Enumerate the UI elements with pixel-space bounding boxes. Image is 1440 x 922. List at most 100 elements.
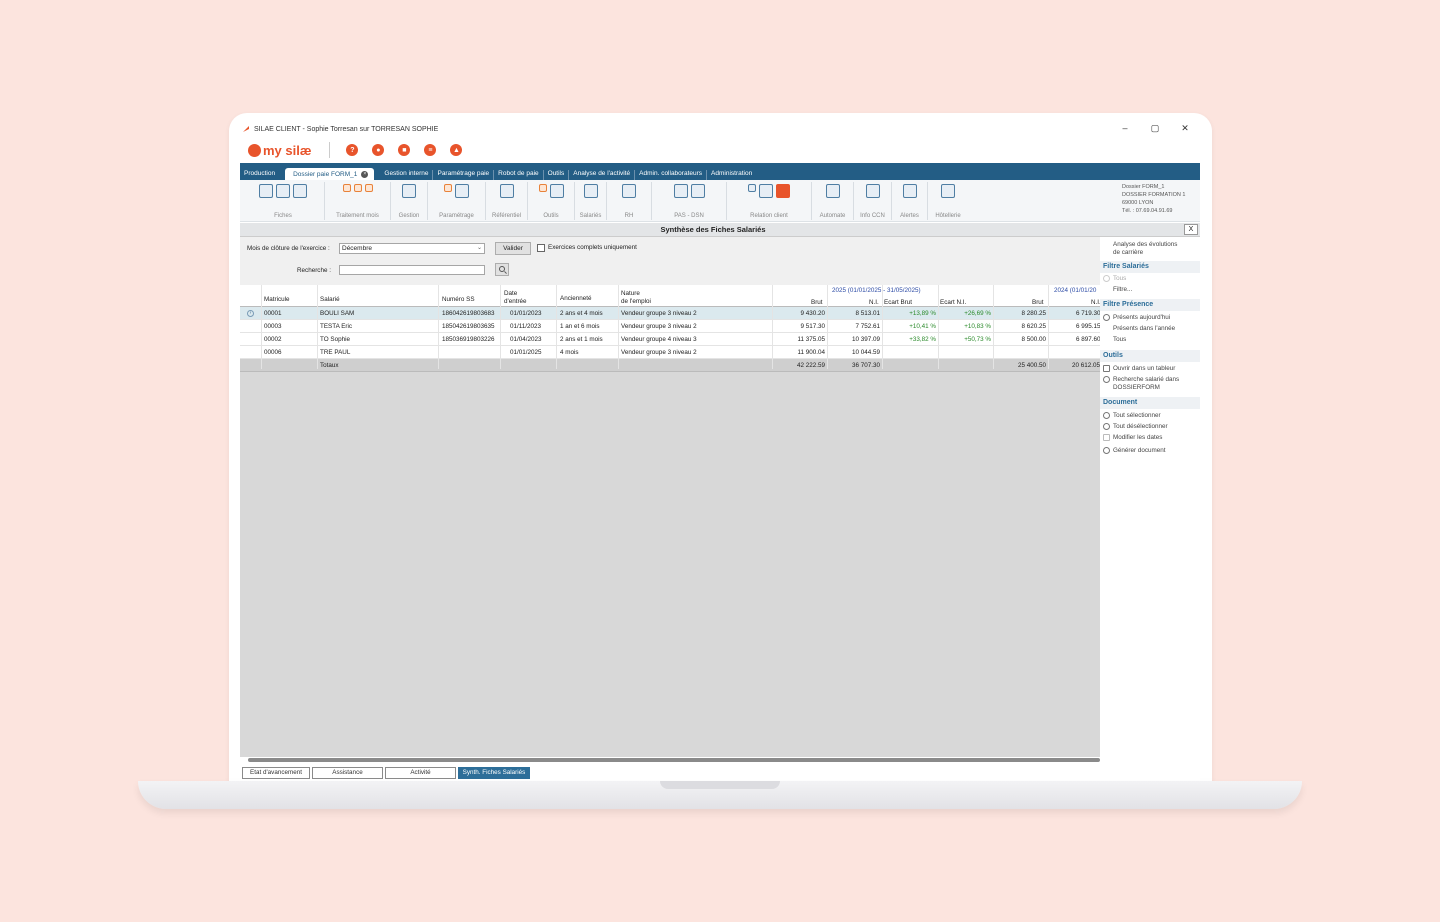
mysilae-client-icon[interactable] xyxy=(776,184,790,198)
ribbon-group-relation-client[interactable]: Relation client xyxy=(727,182,812,220)
menu-production[interactable]: Production xyxy=(240,170,279,180)
horizontal-scrollbar[interactable] xyxy=(248,758,1100,762)
table-row[interactable]: › 00001 BOULI SAM 186042619803683 01/01/… xyxy=(240,307,1101,320)
ribbon-group-info-ccn[interactable]: Info CCN xyxy=(854,182,892,220)
month-select[interactable]: Décembre ⌄ xyxy=(339,243,485,254)
presence-all-option[interactable]: Tous xyxy=(1113,336,1126,344)
ribbon-group-automate[interactable]: Automate xyxy=(812,182,854,220)
ribbon-group-fiches[interactable]: Fiches xyxy=(242,182,325,220)
bulletin-icon[interactable] xyxy=(364,184,373,192)
select-all-link[interactable]: Tout sélectionner xyxy=(1113,412,1161,420)
document-title: Synthèse des Fiches Salariés xyxy=(660,225,766,234)
users-icon[interactable] xyxy=(583,184,598,198)
search-button[interactable] xyxy=(495,263,509,276)
fiche-salarie-icon[interactable] xyxy=(293,184,307,198)
gestion-icon[interactable] xyxy=(402,184,416,198)
ribbon-group-rh[interactable]: RH xyxy=(607,182,652,220)
table-row[interactable]: 00003 TESTA Eric 185042619803635 01/11/2… xyxy=(240,320,1101,333)
generate-document-link[interactable]: Générer document xyxy=(1113,447,1166,455)
search-employee-link[interactable]: Recherche salarié dans DOSSIERFORM xyxy=(1113,376,1179,392)
close-tab-icon[interactable]: × xyxy=(361,171,369,178)
folder-icon[interactable] xyxy=(444,184,452,192)
filtre-tous-item[interactable]: Tous xyxy=(1113,275,1126,283)
cup-icon[interactable] xyxy=(941,184,955,198)
menu-parametrage-paie[interactable]: Paramétrage paie xyxy=(433,170,495,180)
tools-icon[interactable] xyxy=(549,184,564,198)
handshake-icon[interactable] xyxy=(759,184,773,198)
chat-icon[interactable]: ● xyxy=(372,144,385,156)
presence-year-option[interactable]: Présents dans l'année xyxy=(1113,325,1175,333)
info-book-icon[interactable] xyxy=(865,184,880,198)
calendar-icon[interactable] xyxy=(353,184,362,192)
list-icon[interactable]: ≡ xyxy=(424,144,437,156)
modify-dates-link[interactable]: Modifier les dates xyxy=(1113,434,1162,442)
minimize-button[interactable]: – xyxy=(1120,123,1130,134)
menu-administration[interactable]: Administration xyxy=(707,170,756,180)
col-anciennete[interactable]: Ancienneté xyxy=(560,295,592,303)
ribbon-group-pas-dsn[interactable]: PAS - DSN xyxy=(652,182,727,220)
ribbon-group-outils[interactable]: Outils xyxy=(528,182,575,220)
help-icon[interactable]: ? xyxy=(346,144,359,156)
col-ecart-ni[interactable]: Ecart N.I. xyxy=(940,299,966,307)
presence-today-option[interactable]: Présents aujourd'hui xyxy=(1113,314,1170,322)
complete-exercises-checkbox[interactable] xyxy=(537,244,545,252)
bank-icon[interactable] xyxy=(673,184,688,198)
tab-activite[interactable]: Activité xyxy=(385,767,456,779)
col-ecart-brut[interactable]: Ecart Brut xyxy=(884,299,912,307)
outils-header: Outils xyxy=(1100,350,1200,362)
col-nature[interactable]: Nature de l'emploi xyxy=(621,290,651,306)
validate-button[interactable]: Valider xyxy=(495,242,531,255)
menu-gestion-interne[interactable]: Gestion interne xyxy=(380,170,434,180)
fiche-dossier-icon[interactable] xyxy=(276,184,290,198)
close-document-button[interactable]: X xyxy=(1184,224,1198,235)
col-brut[interactable]: Brut xyxy=(811,299,823,307)
dsn-icon[interactable] xyxy=(690,184,705,198)
referentiel-icon[interactable] xyxy=(499,184,514,198)
bell-icon[interactable] xyxy=(902,184,917,198)
tab-assistance[interactable]: Assistance xyxy=(312,767,383,779)
menu-admin-collaborateurs[interactable]: Admin. collaborateurs xyxy=(635,170,708,180)
laptop-notch xyxy=(660,781,780,789)
contact-icon[interactable] xyxy=(748,184,756,192)
ribbon-group-traitement-mois[interactable]: Traitement mois xyxy=(325,182,391,220)
career-analysis-link[interactable]: Analyse des évolutions de carrière xyxy=(1113,241,1177,257)
tab-etat-avancement[interactable]: Etat d'avancement xyxy=(242,767,310,779)
mysilae-logo[interactable]: my silæ xyxy=(248,143,311,158)
graduation-icon[interactable]: ▲ xyxy=(450,144,463,156)
deselect-all-link[interactable]: Tout désélectionner xyxy=(1113,423,1168,431)
tab-synth-fiches-salaries[interactable]: Synth. Fiches Salariés xyxy=(458,767,530,779)
menu-robot-de-paie[interactable]: Robot de paie xyxy=(494,170,544,180)
ribbon-group-gestion[interactable]: Gestion xyxy=(391,182,428,220)
table-row[interactable]: 00002 TO Sophie 185036919803226 01/04/20… xyxy=(240,333,1101,346)
menu-outils[interactable]: Outils xyxy=(544,170,570,180)
ribbon-group-parametrage[interactable]: Paramétrage xyxy=(428,182,486,220)
col-date-entree[interactable]: Date d'entrée xyxy=(504,290,527,306)
ribbon-group-referentiel[interactable]: Référentiel xyxy=(486,182,528,220)
tab-dossier-paie[interactable]: Dossier paie FORM_1 × xyxy=(285,168,375,180)
robot-icon[interactable] xyxy=(825,184,840,198)
col-salarie[interactable]: Salarié xyxy=(320,296,340,304)
maximize-button[interactable]: ▢ xyxy=(1150,123,1160,134)
gear-icon[interactable] xyxy=(455,184,469,198)
col-brut-2024[interactable]: Brut xyxy=(1032,299,1044,307)
close-window-button[interactable]: ✕ xyxy=(1180,123,1190,134)
search-input[interactable] xyxy=(339,265,485,275)
filtre-item[interactable]: Filtre... xyxy=(1113,286,1132,294)
col-matricule[interactable]: Matricule xyxy=(264,296,290,304)
ribbon-toolbar: Fiches Traitement mois Gestion Paramétra… xyxy=(240,180,1200,222)
complete-exercises-label: Exercices complets uniquement xyxy=(548,244,637,251)
document-icon[interactable] xyxy=(538,184,547,192)
ribbon-group-hotellerie[interactable]: Hôtellerie xyxy=(928,182,968,220)
table-row[interactable]: 00006 TRE PAUL 01/01/2025 4 mois Vendeur… xyxy=(240,346,1100,359)
ribbon-group-alertes[interactable]: Alertes xyxy=(892,182,928,220)
radio-selected-icon[interactable] xyxy=(1103,314,1110,321)
col-ni[interactable]: N.I. xyxy=(869,299,879,307)
mail-icon[interactable]: ■ xyxy=(398,144,411,156)
menu-analyse-activite[interactable]: Analyse de l'activité xyxy=(569,170,636,180)
fiche-icon[interactable] xyxy=(259,184,273,198)
ribbon-group-salaries[interactable]: Salariés xyxy=(575,182,607,220)
calc-icon[interactable] xyxy=(342,184,351,192)
col-numero-ss[interactable]: Numéro SS xyxy=(442,296,475,304)
rh-icon[interactable] xyxy=(622,184,636,198)
open-spreadsheet-link[interactable]: Ouvrir dans un tableur xyxy=(1113,365,1175,373)
